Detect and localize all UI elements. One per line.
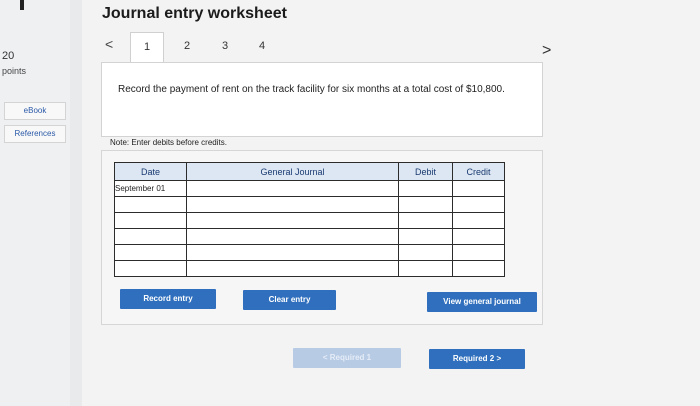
- table-row: September 01: [114, 180, 505, 197]
- date-cell[interactable]: [114, 212, 187, 229]
- prompt-text: Record the payment of rent on the track …: [118, 84, 505, 95]
- date-cell[interactable]: September 01: [114, 180, 187, 197]
- debit-cell[interactable]: [398, 244, 453, 261]
- debit-cell[interactable]: [398, 180, 453, 197]
- chevron-right-icon[interactable]: >: [542, 42, 551, 60]
- left-rail: 20 points eBook References: [0, 0, 70, 406]
- tab-3[interactable]: 3: [208, 32, 242, 62]
- rail-marker: [20, 0, 24, 10]
- table-row: [114, 260, 505, 277]
- tab-4[interactable]: 4: [245, 32, 279, 62]
- table-row: [114, 212, 505, 229]
- date-cell[interactable]: [114, 196, 187, 213]
- header-credit: Credit: [452, 162, 505, 181]
- header-debit: Debit: [398, 162, 453, 181]
- references-button[interactable]: References: [4, 125, 66, 143]
- record-entry-button[interactable]: Record entry: [120, 289, 216, 309]
- account-cell[interactable]: [186, 212, 399, 229]
- header-date: Date: [114, 162, 187, 181]
- credit-cell[interactable]: [452, 212, 505, 229]
- date-cell[interactable]: [114, 228, 187, 245]
- account-cell[interactable]: [186, 180, 399, 197]
- prompt-box: Record the payment of rent on the track …: [101, 62, 543, 137]
- credit-cell[interactable]: [452, 244, 505, 261]
- header-general-journal: General Journal: [186, 162, 399, 181]
- table-row: [114, 228, 505, 245]
- chevron-left-icon[interactable]: <: [105, 36, 113, 52]
- tab-1[interactable]: 1: [130, 32, 164, 62]
- clear-entry-button[interactable]: Clear entry: [243, 290, 336, 310]
- credit-cell[interactable]: [452, 196, 505, 213]
- account-cell[interactable]: [186, 244, 399, 261]
- required-next-button[interactable]: Required 2 >: [429, 349, 525, 369]
- account-cell[interactable]: [186, 228, 399, 245]
- date-cell[interactable]: [114, 244, 187, 261]
- account-cell[interactable]: [186, 196, 399, 213]
- table-row: [114, 196, 505, 213]
- date-cell[interactable]: [114, 260, 187, 277]
- debit-cell[interactable]: [398, 260, 453, 277]
- debit-cell[interactable]: [398, 196, 453, 213]
- debit-cell[interactable]: [398, 212, 453, 229]
- table-row: [114, 244, 505, 261]
- journal-table: Date General Journal Debit Credit Septem…: [114, 162, 505, 277]
- credit-cell[interactable]: [452, 180, 505, 197]
- credit-cell[interactable]: [452, 228, 505, 245]
- note-text: Note: Enter debits before credits.: [110, 138, 227, 147]
- credit-cell[interactable]: [452, 260, 505, 277]
- points-label: points: [2, 66, 27, 76]
- required-prev-button[interactable]: < Required 1: [293, 348, 401, 368]
- page-title: Journal entry worksheet: [102, 5, 287, 22]
- tab-2[interactable]: 2: [170, 32, 204, 62]
- account-cell[interactable]: [186, 260, 399, 277]
- view-general-journal-button[interactable]: View general journal: [427, 292, 537, 312]
- points-value: 20: [2, 50, 15, 62]
- debit-cell[interactable]: [398, 228, 453, 245]
- ebook-button[interactable]: eBook: [4, 102, 66, 120]
